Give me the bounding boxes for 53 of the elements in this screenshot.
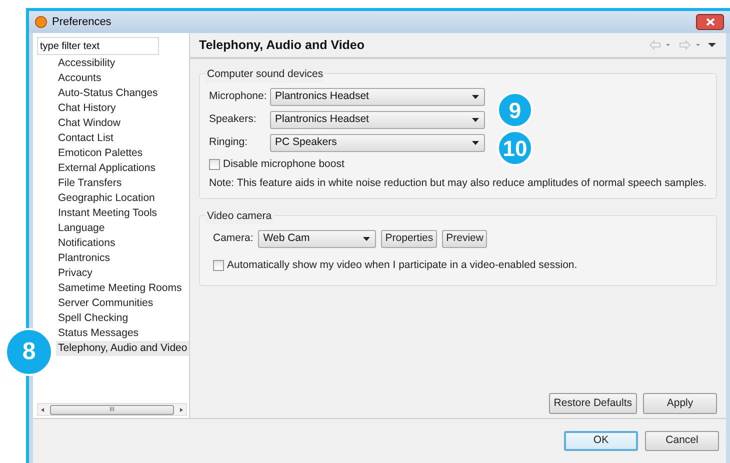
note-text: Note: This feature aids in white noise reduction but may also reduce amplitudes of normal speech samples. xyxy=(209,176,707,191)
dropdown-arrow-icon xyxy=(472,141,479,145)
callout-badge: 8 xyxy=(5,328,53,376)
camera-button[interactable]: Preview xyxy=(442,230,488,248)
group-title: Computer sound devices xyxy=(205,67,326,83)
dialog-button[interactable]: Cancel xyxy=(645,431,719,451)
sidebar-item[interactable]: File Transfers xyxy=(56,176,124,191)
field-label: Speakers: xyxy=(209,112,258,128)
checkbox[interactable] xyxy=(209,159,220,170)
device-dropdown[interactable]: Plantronics Headset xyxy=(270,88,485,106)
sidebar-item[interactable]: Sametime Meeting Rooms xyxy=(56,281,184,296)
field-label: Ringing: xyxy=(209,135,249,150)
group-title: Video camera xyxy=(205,208,274,224)
filter-field[interactable]: type filter text xyxy=(37,37,159,55)
field-label: Microphone: xyxy=(209,89,268,104)
sidebar-item[interactable]: Accounts xyxy=(56,71,104,86)
sidebar-item[interactable]: External Applications xyxy=(56,161,158,176)
dropdown-arrow-icon xyxy=(472,95,479,99)
sidebar-item[interactable]: Plantronics xyxy=(56,251,112,266)
device-dropdown[interactable]: PC Speakers xyxy=(270,134,485,152)
sidebar-item[interactable]: Status Messages xyxy=(56,326,141,341)
sidebar-item[interactable]: Spell Checking xyxy=(56,311,130,326)
camera-button[interactable]: Properties xyxy=(381,230,438,248)
sidebar-item[interactable]: Geographic Location xyxy=(56,191,157,206)
checkbox-label: Disable microphone boost xyxy=(223,157,344,172)
sidebar-item[interactable]: Notifications xyxy=(56,236,118,251)
sidebar-item[interactable]: Language xyxy=(56,221,107,236)
sidebar-item[interactable]: Emoticon Palettes xyxy=(56,146,145,161)
sidebar-item[interactable]: Server Communities xyxy=(56,296,156,311)
device-dropdown[interactable]: Plantronics Headset xyxy=(270,111,485,129)
field-label: Camera: xyxy=(213,230,254,246)
sidebar-item[interactable]: Auto-Status Changes xyxy=(56,86,160,101)
sidebar-item[interactable]: Chat Window xyxy=(56,116,122,131)
sidebar-item[interactable]: Contact List xyxy=(56,131,116,146)
window-title: Preferences xyxy=(52,14,112,30)
close-icon xyxy=(706,18,714,26)
page-button[interactable]: Apply xyxy=(643,393,717,414)
view-menu-icon[interactable] xyxy=(707,40,717,50)
dropdown-arrow-icon xyxy=(363,236,370,240)
sidebar-item[interactable]: Privacy xyxy=(56,266,94,281)
checkbox[interactable] xyxy=(213,260,224,271)
sidebar-item[interactable]: Chat History xyxy=(56,101,118,116)
sidebar-item[interactable]: Telephony, Audio and Video xyxy=(56,341,190,356)
close-button[interactable] xyxy=(696,14,724,30)
checkbox-label: Automatically show my video when I participate in a video-enabled session. xyxy=(227,258,578,272)
dialog-button[interactable]: OK xyxy=(564,431,638,451)
app-icon xyxy=(35,16,47,28)
sidebar-item[interactable]: Accessibility xyxy=(56,56,118,71)
camera-dropdown[interactable]: Web Cam xyxy=(258,230,376,248)
dropdown-arrow-icon xyxy=(472,118,479,122)
sidebar-item[interactable]: Instant Meeting Tools xyxy=(56,206,160,221)
page-button[interactable]: Restore Defaults xyxy=(548,393,637,414)
page-title: Telephony, Audio and Video xyxy=(199,36,365,54)
